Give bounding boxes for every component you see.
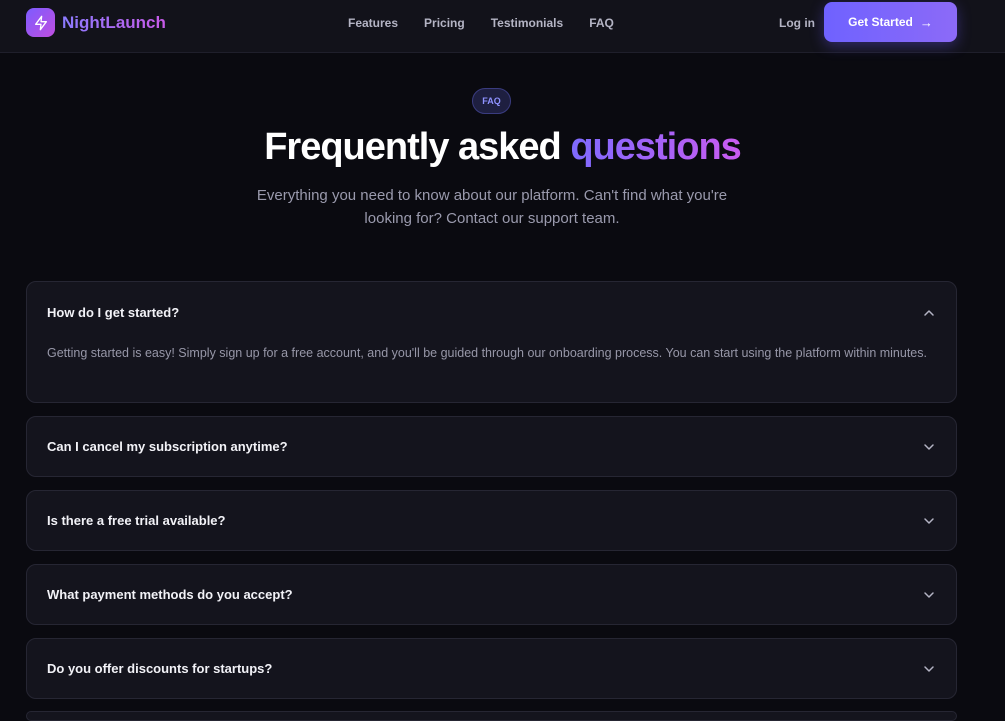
section-badge: FAQ: [472, 88, 511, 114]
arrow-right-icon: →: [919, 14, 933, 30]
brand[interactable]: NightLaunch: [26, 8, 166, 37]
faq-item-4[interactable]: Do you offer discounts for startups?: [26, 638, 957, 699]
nav-link-testimonials[interactable]: Testimonials: [491, 16, 563, 30]
faq-item-3[interactable]: What payment methods do you accept?: [26, 564, 957, 625]
faq-question: How do I get started?: [47, 305, 180, 320]
nav-link-features[interactable]: Features: [348, 16, 398, 30]
chevron-down-icon[interactable]: [922, 440, 936, 454]
title-highlight: questions: [570, 126, 741, 168]
faq-item-1[interactable]: Can I cancel my subscription anytime?: [26, 416, 957, 477]
login-link[interactable]: Log in: [779, 16, 815, 30]
brand-name: NightLaunch: [62, 12, 166, 32]
chevron-down-icon[interactable]: [922, 662, 936, 676]
nav-link-faq[interactable]: FAQ: [589, 16, 614, 30]
faq-item-partial: [26, 711, 957, 721]
faq-question: Is there a free trial available?: [47, 513, 226, 528]
faq-answer: Getting started is easy! Simply sign up …: [47, 346, 927, 360]
chevron-up-icon[interactable]: [922, 306, 936, 320]
faq-question: Can I cancel my subscription anytime?: [47, 439, 288, 454]
chevron-down-icon[interactable]: [922, 514, 936, 528]
title-plain: Frequently asked: [264, 126, 571, 168]
nav-link-pricing[interactable]: Pricing: [424, 16, 465, 30]
page-subtitle: Everything you need to know about our pl…: [256, 187, 728, 227]
faq-item-0[interactable]: How do I get started? Getting started is…: [26, 281, 957, 403]
faq-item-2[interactable]: Is there a free trial available?: [26, 490, 957, 551]
get-started-button[interactable]: Get Started →: [824, 2, 957, 42]
main-nav: Features Pricing Testimonials FAQ: [348, 16, 640, 30]
top-navbar: NightLaunch Features Pricing Testimonial…: [0, 0, 1005, 53]
faq-question: What payment methods do you accept?: [47, 587, 293, 602]
chevron-down-icon[interactable]: [922, 588, 936, 602]
page-title: Frequently asked questions: [0, 126, 1005, 169]
faq-question: Do you offer discounts for startups?: [47, 661, 273, 676]
bolt-icon: [26, 8, 55, 37]
get-started-label: Get Started: [848, 15, 913, 29]
